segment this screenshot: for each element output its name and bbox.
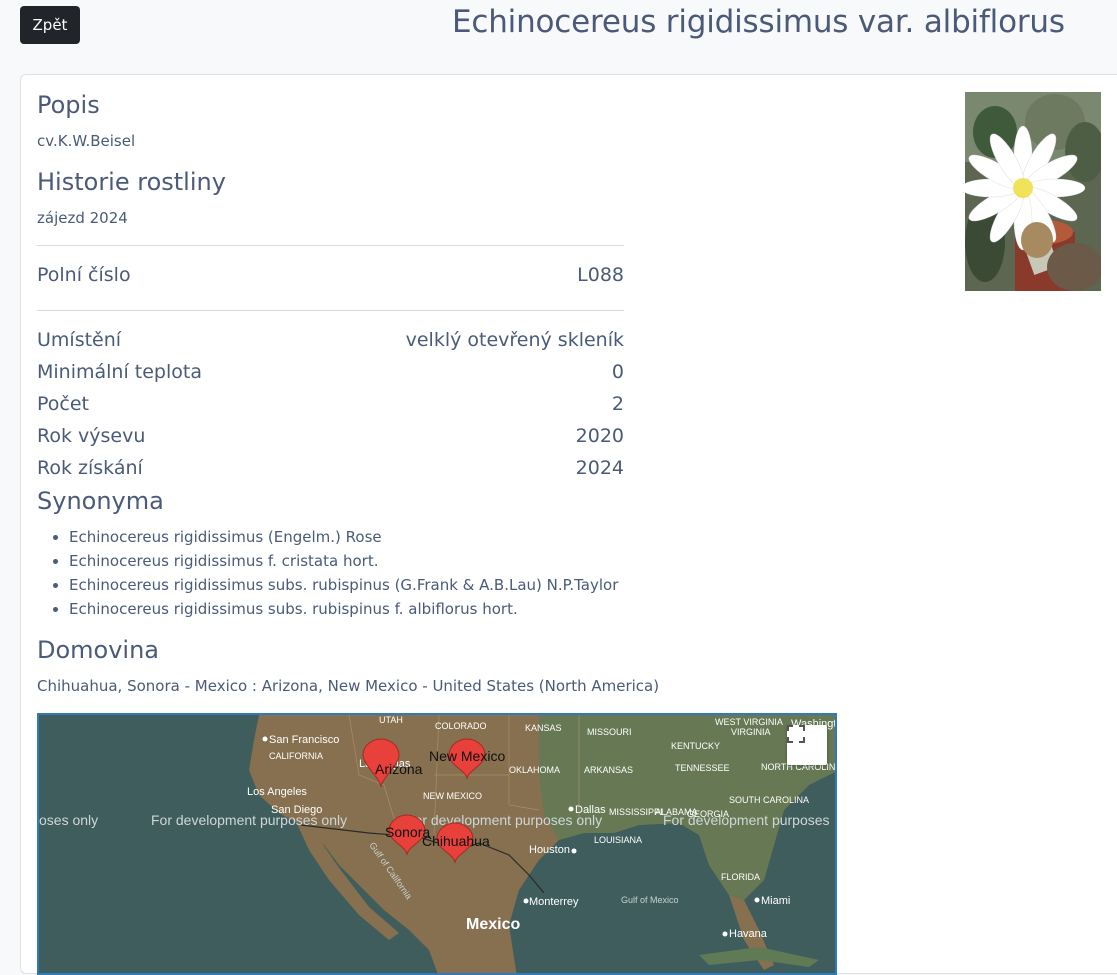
historie-heading: Historie rostliny: [37, 168, 226, 196]
back-button[interactable]: Zpět: [20, 6, 80, 44]
domovina-heading: Domovina: [37, 636, 160, 664]
detail-label: Rok získání: [37, 457, 143, 479]
detail-label: Počet: [37, 393, 89, 415]
map-label: Gulf of Mexico: [621, 895, 679, 905]
map-label: San Francisco: [269, 734, 339, 746]
detail-label: Minimální teplota: [37, 361, 202, 383]
field-number-row: Polní číslo L088: [37, 260, 624, 290]
map-label: COLORADO: [435, 721, 487, 731]
map-label: ARKANSAS: [584, 765, 633, 775]
city-dot: [754, 897, 760, 903]
city-dot: [568, 806, 574, 812]
map-label: VIRGINIA: [731, 727, 771, 737]
plant-photo[interactable]: [965, 92, 1101, 291]
detail-row-location: Umístění velklý otevřený skleník: [37, 325, 624, 355]
map-label: MISSISSIPPI: [609, 807, 663, 817]
map-label: Miami: [761, 895, 790, 907]
map-label: FLORIDA: [721, 872, 760, 882]
fullscreen-button[interactable]: [787, 725, 827, 765]
field-number-label: Polní číslo: [37, 264, 131, 286]
divider: [37, 245, 624, 246]
city-dot: [722, 931, 728, 937]
domovina-text: Chihuahua, Sonora - Mexico : Arizona, Ne…: [37, 677, 660, 695]
map-label: KANSAS: [525, 723, 562, 733]
map-marker-label: New Mexico: [429, 748, 505, 764]
map-label: Mexico: [466, 916, 520, 933]
plant-detail-card: Popis cv.K.W.Beisel Historie rostliny zá…: [20, 74, 1117, 975]
map-label: Monterrey: [529, 896, 579, 908]
map-label: LOUISIANA: [594, 835, 642, 845]
map-label: San Diego: [271, 804, 322, 816]
map-label: Dallas: [575, 804, 606, 816]
distribution-map[interactable]: oses only For development purposes only …: [37, 713, 837, 975]
synonyms-list: Echinocereus rigidissimus (Engelm.) Rose…: [37, 525, 618, 621]
city-dot: [523, 898, 529, 904]
detail-value: 2: [611, 393, 624, 415]
map-marker-label: Arizona: [375, 761, 423, 777]
map-label: WEST VIRGINIA: [715, 717, 783, 727]
map-label: SOUTH CAROLINA: [729, 795, 809, 805]
page-title: Echinocereus rigidissimus var. albifloru…: [452, 4, 1065, 40]
list-item: Echinocereus rigidissimus (Engelm.) Rose: [69, 525, 618, 549]
list-item: Echinocereus rigidissimus subs. rubispin…: [69, 597, 618, 621]
detail-value: 2024: [575, 457, 624, 479]
detail-row-sowing-year: Rok výsevu 2020: [37, 421, 624, 451]
list-item: Echinocereus rigidissimus f. cristata ho…: [69, 549, 618, 573]
detail-row-count: Počet 2: [37, 389, 624, 419]
detail-value: velklý otevřený skleník: [405, 329, 624, 351]
popis-text: cv.K.W.Beisel: [37, 132, 136, 150]
detail-label: Rok výsevu: [37, 425, 146, 447]
map-label: Los Angeles: [247, 786, 307, 798]
map-label: UTAH: [379, 715, 403, 725]
city-dot: [571, 848, 577, 854]
map-label: MISSOURI: [587, 727, 632, 737]
map-label: NEW MEXICO: [423, 791, 482, 801]
map-marker-label: Chihuahua: [422, 833, 490, 849]
synonyma-heading: Synonyma: [37, 487, 164, 515]
map-label: OKLAHOMA: [509, 765, 560, 775]
map-watermark: For development purposes only: [406, 812, 602, 828]
historie-text: zájezd 2024: [37, 209, 128, 227]
detail-value: 0: [611, 361, 624, 383]
detail-label: Umístění: [37, 329, 122, 351]
city-dot: [262, 736, 268, 742]
popis-heading: Popis: [37, 91, 100, 119]
map-canvas[interactable]: oses only For development purposes only …: [39, 715, 837, 975]
detail-row-acquired-year: Rok získání 2024: [37, 453, 624, 483]
divider: [37, 310, 624, 311]
map-label: Houston: [529, 844, 570, 856]
field-number-value: L088: [577, 264, 624, 286]
fullscreen-icon: [787, 725, 805, 743]
plant-photo-image: [965, 92, 1101, 291]
map-label: TENNESSEE: [675, 763, 730, 773]
map-label: CALIFORNIA: [269, 751, 323, 761]
detail-value: 2020: [575, 425, 624, 447]
detail-row-min-temp: Minimální teplota 0: [37, 357, 624, 387]
map-watermark: oses only: [39, 812, 98, 828]
map-label: KENTUCKY: [671, 741, 720, 751]
list-item: Echinocereus rigidissimus subs. rubispin…: [69, 573, 618, 597]
map-label: Havana: [729, 928, 768, 940]
